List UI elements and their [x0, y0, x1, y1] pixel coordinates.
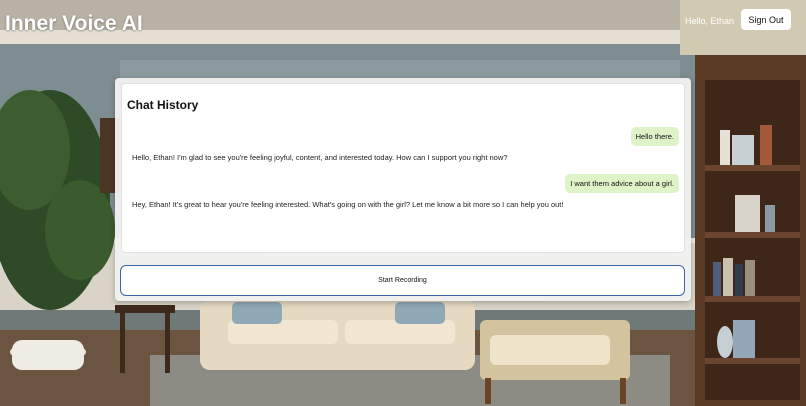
user-message-bubble: I want them advice about a girl.: [565, 174, 679, 193]
start-recording-button[interactable]: Start Recording: [120, 265, 685, 296]
chat-history-title: Chat History: [127, 98, 199, 112]
chat-panel: Chat History Hello there. Hello, Ethan! …: [115, 78, 691, 301]
app-title: Inner Voice AI: [5, 12, 143, 35]
assistant-message: Hello, Ethan! I'm glad to see you're fee…: [132, 153, 508, 162]
assistant-message: Hey, Ethan! It's great to hear you're fe…: [132, 200, 564, 209]
user-greeting: Hello, Ethan: [684, 16, 734, 26]
sign-out-button[interactable]: Sign Out: [741, 9, 791, 30]
chat-history-box[interactable]: Chat History Hello there. Hello, Ethan! …: [121, 83, 685, 253]
user-message-bubble: Hello there.: [630, 127, 679, 146]
